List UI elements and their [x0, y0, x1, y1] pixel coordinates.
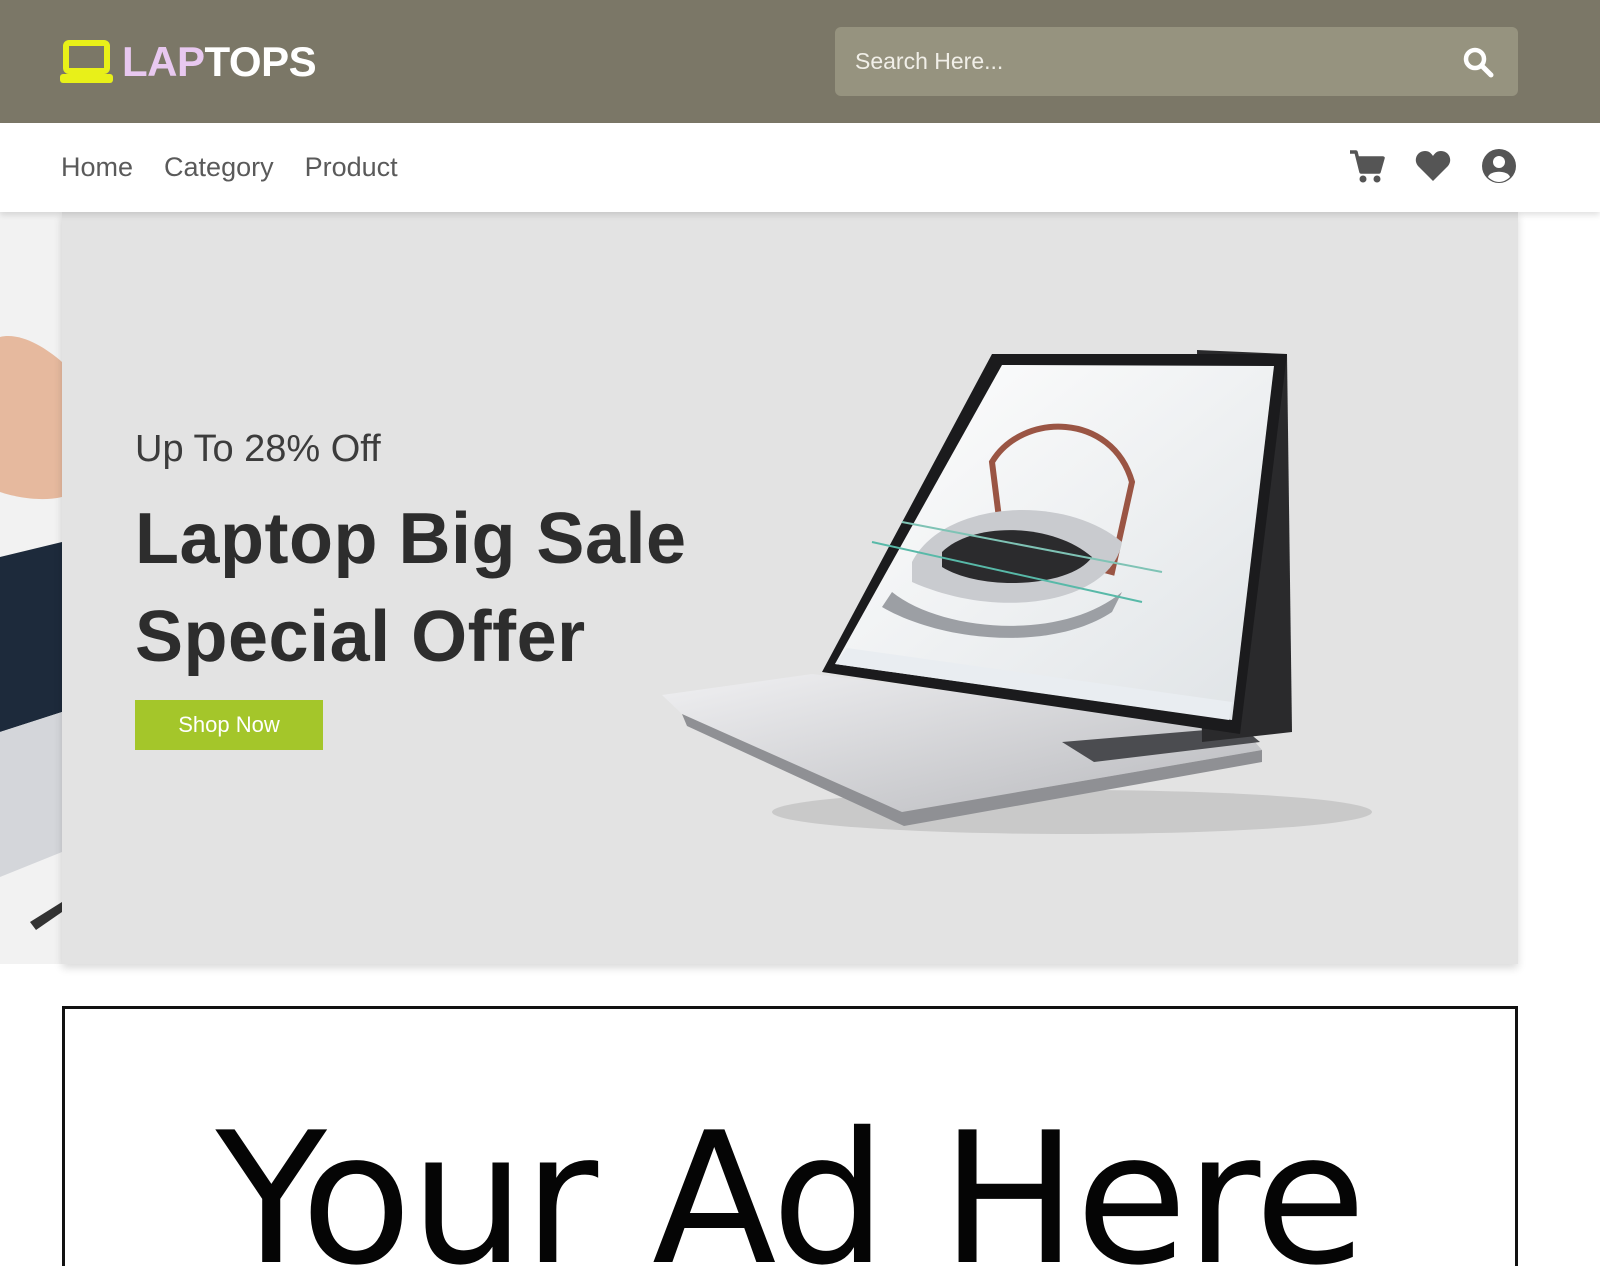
laptop-product-image — [662, 350, 1372, 834]
nav-icons — [1348, 147, 1518, 185]
hero-banner: Up To 28% Off Laptop Big Sale Special Of… — [62, 212, 1518, 964]
carousel-prev-slide-peek — [0, 212, 62, 964]
nav-product-link[interactable]: Product — [305, 151, 398, 183]
user-icon[interactable] — [1480, 147, 1518, 185]
ad-banner[interactable]: Your Ad Here — [62, 1006, 1518, 1266]
search-input[interactable] — [835, 27, 1445, 96]
nav-home-link[interactable]: Home — [61, 151, 133, 183]
nav-category-link[interactable]: Category — [164, 151, 274, 183]
cart-icon[interactable] — [1348, 147, 1386, 185]
laptop-icon — [60, 40, 113, 83]
nav-links: Home Category Product — [61, 151, 398, 183]
top-header: LAPTOPS — [0, 0, 1600, 123]
brand-name: LAPTOPS — [122, 38, 317, 85]
hero-subtitle: Up To 28% Off — [135, 428, 381, 470]
search-bar — [835, 27, 1518, 96]
search-icon[interactable] — [1462, 46, 1494, 78]
main-nav: Home Category Product — [0, 123, 1600, 212]
prev-slide-image — [0, 212, 62, 964]
shop-now-button[interactable]: Shop Now — [135, 700, 323, 750]
brand-logo[interactable]: LAPTOPS — [60, 38, 317, 86]
heart-icon[interactable] — [1414, 147, 1452, 185]
ad-text: Your Ad Here — [215, 1093, 1367, 1266]
